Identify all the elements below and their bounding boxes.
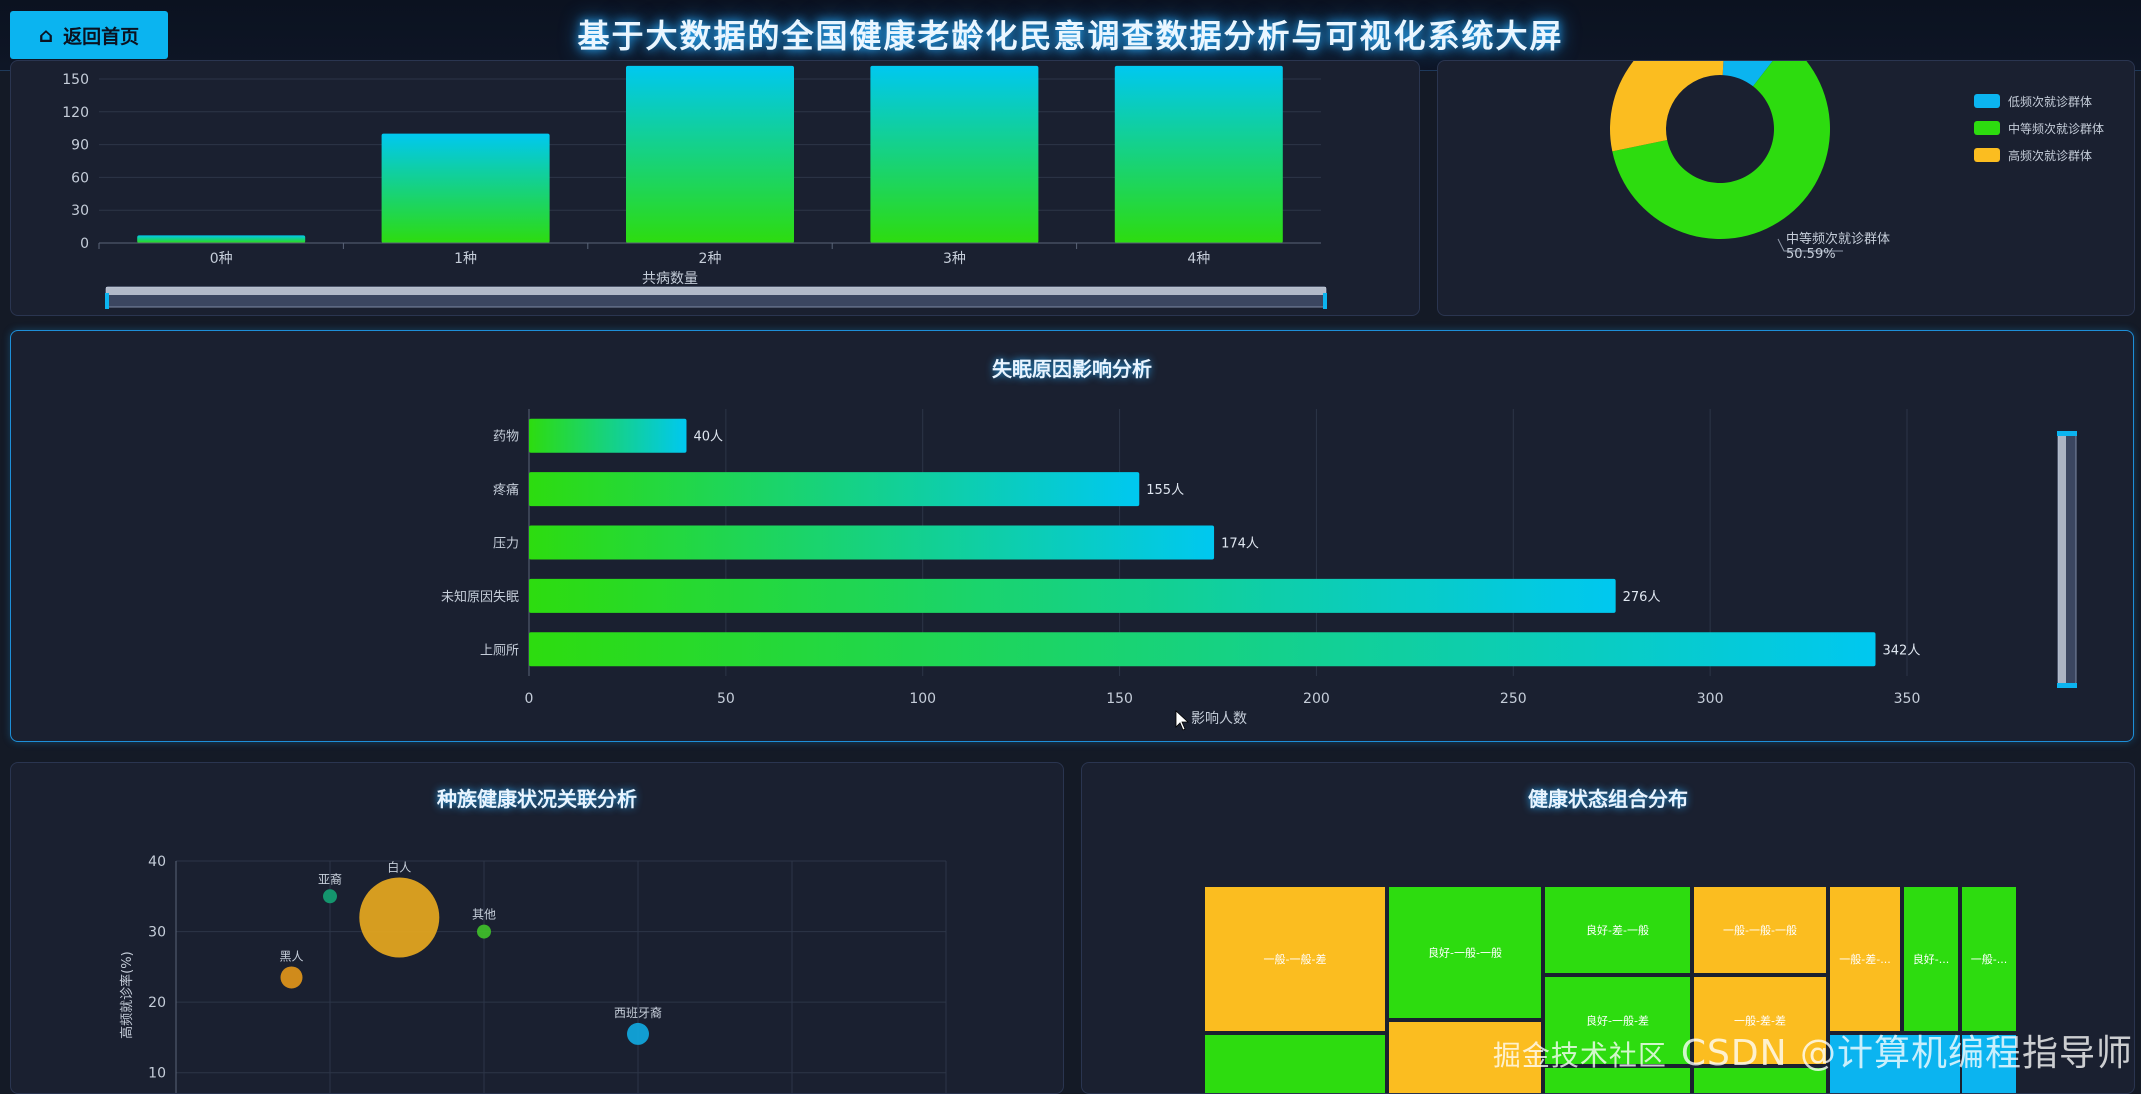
x-tick-label: 150 <box>1106 691 1133 707</box>
y-axis-label: 高频就诊率(%) <box>119 951 135 1039</box>
watermark: 掘金技术社区 CSDN @计算机编程指导师 <box>1493 1024 2133 1076</box>
x-tick-label: 250 <box>1500 691 1527 707</box>
bar <box>529 632 1876 667</box>
bar <box>381 133 550 243</box>
zoom-slider-bar <box>106 287 1326 295</box>
y-tick-label: 压力 <box>493 537 519 552</box>
scatter-point <box>477 924 491 939</box>
point-label: 亚裔 <box>318 871 342 886</box>
point-label: 其他 <box>472 908 496 922</box>
bar <box>1114 65 1283 243</box>
treemap-cell-label: 一般-一般-一般 <box>1723 924 1797 937</box>
point-label: 西班牙裔 <box>614 1005 662 1020</box>
point-label: 白人 <box>387 859 411 874</box>
callout-percent: 50.59% <box>1786 247 1836 262</box>
y-tick-label: 上厕所 <box>480 643 519 658</box>
bar <box>529 418 687 453</box>
insomnia-panel: 失眠原因影响分析 0 50 100 150 200 250 300 350 40人 药物 155人疼… <box>10 330 2134 742</box>
comorbidity-panel: 150 120 90 60 30 0 0种 1种 2种 3种 4种共病数量 <box>10 60 1420 316</box>
bar-value-label: 276人 <box>1623 590 1661 605</box>
insomnia-bar-chart: 0 50 100 150 200 250 300 350 40人 药物 155人 疼痛 174人 压力 27… <box>441 409 2077 731</box>
y-tick-label: 60 <box>71 170 89 186</box>
treemap-cell-label: 一般-差-... <box>1839 952 1890 966</box>
scatter-point <box>323 889 337 904</box>
zoom-slider-handle-left <box>105 293 109 309</box>
legend-label: 高频次就诊群体 <box>2008 148 2092 163</box>
home-icon: ⌂ <box>38 23 54 47</box>
donut-slice <box>1610 61 1724 152</box>
treemap-cell-label: 一般-... <box>1971 953 2007 966</box>
watermark-juejin: 掘金技术社区 <box>1492 1039 1667 1072</box>
legend-swatch <box>1974 148 2000 162</box>
zoom-slider-handle-right <box>1323 293 1327 309</box>
treemap-cell <box>1205 1035 1385 1093</box>
vertical-zoom-handle-top <box>2057 431 2077 436</box>
back-home-label: 返回首页 <box>63 25 140 48</box>
bar <box>529 525 1215 560</box>
scatter-point <box>627 1022 649 1045</box>
x-tick-label: 4种 <box>1187 251 1210 267</box>
comorbidity-bar-chart: 150 120 90 60 30 0 0种 1种 2种 3种 4种共病数量 <box>62 65 1327 309</box>
point-label: 黑人 <box>279 949 303 963</box>
y-tick-label: 20 <box>148 995 166 1011</box>
x-tick-label: 50 <box>717 691 735 707</box>
visit-frequency-panel: 中等频次就诊群体 50.59% 低频次就诊群体 中等频次就诊群体 高频次就诊群体 <box>1437 60 2135 316</box>
x-tick-label: 350 <box>1894 691 1921 707</box>
x-tick-label: 0 <box>525 691 534 707</box>
legend-label: 中等频次就诊群体 <box>2008 121 2104 136</box>
x-axis-label: 共病数量 <box>642 271 698 287</box>
mouse-cursor-icon <box>1175 710 1190 731</box>
x-tick-label: 3种 <box>943 251 966 267</box>
x-tick-label: 300 <box>1697 691 1724 707</box>
y-tick-label: 30 <box>148 925 166 941</box>
bar <box>870 65 1039 243</box>
bar <box>529 472 1140 507</box>
bar-value-label: 155人 <box>1146 483 1184 498</box>
race-scatter-chart: 40 30 20 10 高频就诊率(%) 亚裔 白人黑人 其他西班牙裔 <box>119 854 947 1093</box>
x-tick-label: 100 <box>909 691 936 707</box>
x-tick-label: 2种 <box>699 251 722 267</box>
vertical-zoom-slider-bar <box>2058 433 2066 685</box>
watermark-csdn: CSDN @计算机编程指导师 <box>1680 1033 2133 1074</box>
visit-frequency-donut-chart: 中等频次就诊群体50.59%低频次就诊群体中等频次就诊群体高频次就诊群体 <box>1610 61 2104 262</box>
bar <box>529 578 1616 613</box>
race-panel: 种族健康状况关联分析 40 30 20 10 高频就诊率(%) 亚裔 白人 黑人 其他 西班牙裔 <box>10 762 1064 1094</box>
y-tick-label: 150 <box>62 72 89 88</box>
x-axis-label: 影响人数 <box>1191 711 1247 727</box>
scatter-point <box>280 966 303 989</box>
treemap-cell-label: 良好-一般-一般 <box>1428 946 1502 960</box>
treemap-cell-label: 良好-差-一般 <box>1586 923 1649 937</box>
x-tick-label: 200 <box>1303 691 1330 707</box>
x-tick-label: 0种 <box>210 251 233 267</box>
bar <box>626 65 794 243</box>
bar-value-label: 40人 <box>693 430 723 445</box>
y-tick-label: 40 <box>148 854 166 870</box>
scatter-point <box>359 877 440 958</box>
bar-value-label: 342人 <box>1883 643 1921 658</box>
legend-swatch <box>1974 94 2000 108</box>
callout-name: 中等频次就诊群体 <box>1786 231 1890 247</box>
legend-label: 低频次就诊群体 <box>2008 95 2092 109</box>
y-tick-label: 药物 <box>493 430 519 445</box>
vertical-zoom-handle-bottom <box>2057 683 2077 688</box>
treemap-cell-label: 良好-... <box>1913 952 1949 966</box>
x-tick-label: 1种 <box>454 251 477 267</box>
bar <box>137 235 306 243</box>
back-home-button[interactable]: ⌂ 返回首页 <box>10 11 168 59</box>
y-tick-label: 0 <box>80 236 89 252</box>
y-tick-label: 未知原因失眠 <box>441 589 519 605</box>
y-tick-label: 120 <box>62 105 89 121</box>
treemap-cell-label: 一般-一般-差 <box>1264 952 1327 966</box>
legend-swatch <box>1974 121 2000 135</box>
y-tick-label: 疼痛 <box>493 482 519 498</box>
bar-value-label: 174人 <box>1221 537 1259 552</box>
y-tick-label: 90 <box>71 138 89 154</box>
y-tick-label: 10 <box>148 1066 166 1082</box>
y-tick-label: 30 <box>71 203 89 219</box>
